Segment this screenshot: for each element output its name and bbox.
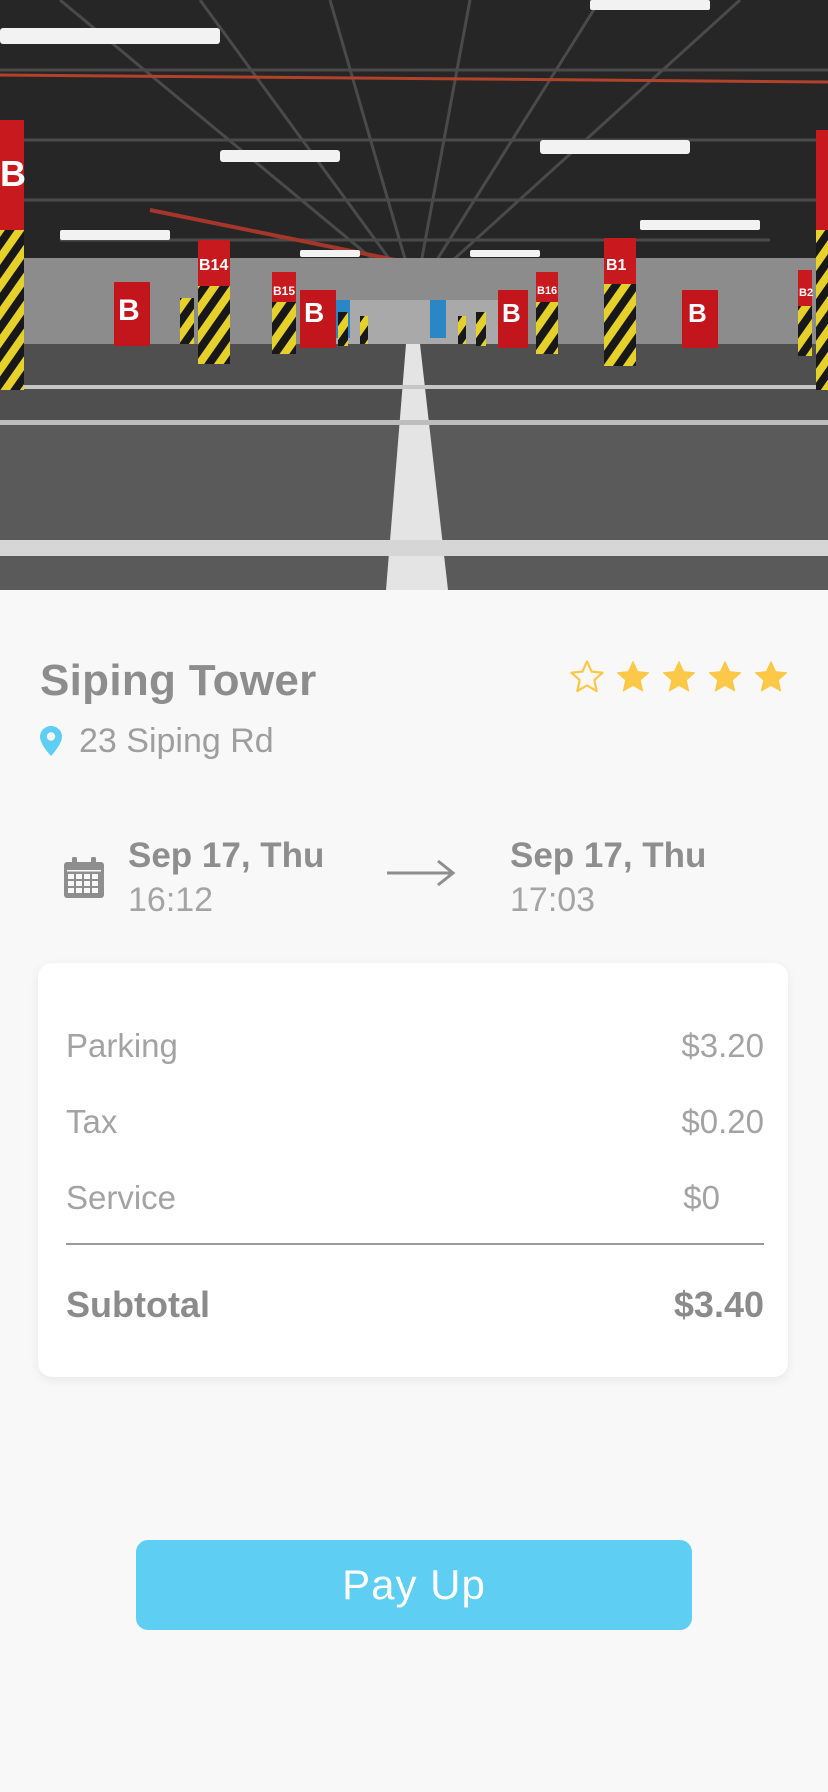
lot-name: Siping Tower [40,656,317,705]
pillar-label: B [0,153,26,194]
parking-garage-illustration: B B14 B B15 B B B16 B1 B B2 [0,0,828,590]
fee-label: Service [66,1179,177,1216]
arrow-right-icon [387,859,456,887]
star-filled-icon [708,661,742,692]
calendar-icon [64,857,104,898]
address-row: 23 Siping Rd [40,721,274,761]
pay-up-button[interactable]: Pay Up [136,1540,692,1630]
star-outline-icon [570,660,604,693]
parking-payment-screen: B B14 B B15 B B B16 B1 B B2 Siping Tower… [0,0,828,1792]
pillar-label: B1 [606,257,627,274]
pillar-label: B16 [537,285,557,297]
garage-photo: B B14 B B15 B B B16 B1 B B2 [0,0,828,590]
pillar-label: B14 [199,257,228,274]
location-pin-icon [40,726,62,756]
subtotal-value: $3.40 [673,1284,764,1325]
fee-row-tax: Tax $0.20 [66,1099,764,1145]
pillar-label: B [688,298,707,328]
fee-value: $0 [683,1179,720,1216]
pillar-label: B [304,297,324,328]
fee-divider [66,1243,764,1245]
star-filled-icon [616,661,650,692]
star-filled-icon [662,661,696,692]
star-filled-icon [754,661,788,692]
fee-value: $3.20 [681,1027,764,1064]
star-rating [570,660,788,694]
end-date: Sep 17, Thu [510,836,707,875]
fee-row-service: Service $0 [66,1175,764,1221]
pillar-label: B [502,298,521,328]
fee-value: $0.20 [681,1103,764,1140]
end-time: 17:03 [510,881,596,919]
start-time: 16:12 [128,881,214,919]
end-time-block: Sep 17, Thu 17:03 [510,833,706,921]
subtotal-label: Subtotal [66,1284,210,1325]
subtotal-row: Subtotal $3.40 [66,1280,764,1330]
start-date: Sep 17, Thu [128,836,325,875]
pillar-label: B15 [273,284,295,298]
fee-label: Tax [66,1103,118,1140]
fee-row-parking: Parking $3.20 [66,1023,764,1069]
pillar-label: B2 [799,287,813,299]
address-text: 23 Siping Rd [79,721,274,760]
pillar-label: B [118,294,140,327]
start-time-block: Sep 17, Thu 16:12 [128,833,324,921]
fee-label: Parking [66,1027,178,1064]
